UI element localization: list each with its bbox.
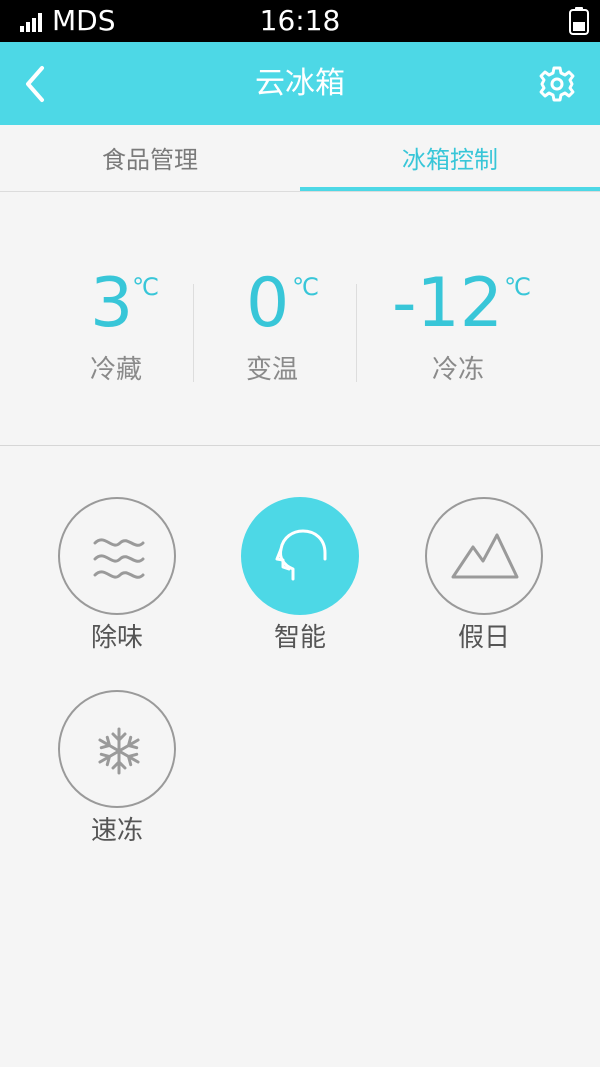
active-tab-indicator [300, 187, 600, 191]
mode-circle [58, 690, 176, 808]
temperature-panel: 3 ℃ 冷藏 0 ℃ 变温 -12 ℃ 冷冻 [0, 192, 600, 446]
mode-deodorize-button[interactable]: 除味 [58, 497, 178, 667]
variable-zone-temp-value: 0 [246, 264, 290, 343]
app-header: 云冰箱 [0, 42, 600, 125]
tab-fridge-control[interactable]: 冰箱控制 [300, 125, 600, 192]
freezer-temp-unit: ℃ [504, 273, 531, 301]
mode-circle [425, 497, 543, 615]
settings-button[interactable] [532, 60, 582, 108]
chevron-left-icon [26, 66, 44, 102]
temperature-divider [193, 284, 194, 382]
tab-bar: 食品管理 冰箱控制 [0, 125, 600, 192]
tab-food-management[interactable]: 食品管理 [0, 125, 300, 192]
gear-icon [539, 66, 575, 102]
battery-icon [568, 7, 590, 35]
mode-circle [58, 497, 176, 615]
refrigerator-label: 冷藏 [90, 355, 143, 385]
snowflake-icon [98, 727, 140, 775]
mode-label: 除味 [90, 623, 143, 653]
page-title: 云冰箱 [255, 66, 345, 101]
mode-label: 智能 [273, 623, 326, 653]
mode-circle [241, 497, 359, 615]
fridge-control-screen: MDS 16:18 云冰箱 食品管理 冰箱控制 3 ℃ 冷藏 0 ℃ 变温 -1… [0, 0, 600, 1067]
status-bar: MDS 16:18 [0, 0, 600, 42]
mode-label: 假日 [457, 623, 510, 653]
variable-zone-temp-unit: ℃ [292, 273, 319, 301]
waves-icon [93, 538, 145, 579]
refrigerator-temp-value: 3 [90, 264, 134, 343]
freezer-temp-value: -12 [392, 264, 504, 343]
mode-quick-freeze-button[interactable]: 速冻 [58, 690, 178, 860]
refrigerator-temperature[interactable]: 3 ℃ 冷藏 [88, 262, 178, 392]
temperature-divider [356, 284, 357, 382]
freezer-label: 冷冻 [432, 355, 485, 385]
mountain-icon [451, 533, 519, 579]
status-time: 16:18 [259, 4, 341, 37]
back-button[interactable] [12, 56, 62, 112]
refrigerator-temp-unit: ℃ [132, 273, 159, 301]
variable-zone-temperature[interactable]: 0 ℃ 变温 [244, 262, 334, 392]
freezer-temperature[interactable]: -12 ℃ 冷冻 [392, 262, 542, 392]
head-icon [275, 529, 327, 581]
variable-zone-label: 变温 [246, 355, 299, 385]
mode-label: 速冻 [90, 816, 143, 846]
mode-smart-button[interactable]: 智能 [241, 497, 361, 667]
mode-holiday-button[interactable]: 假日 [425, 497, 545, 667]
